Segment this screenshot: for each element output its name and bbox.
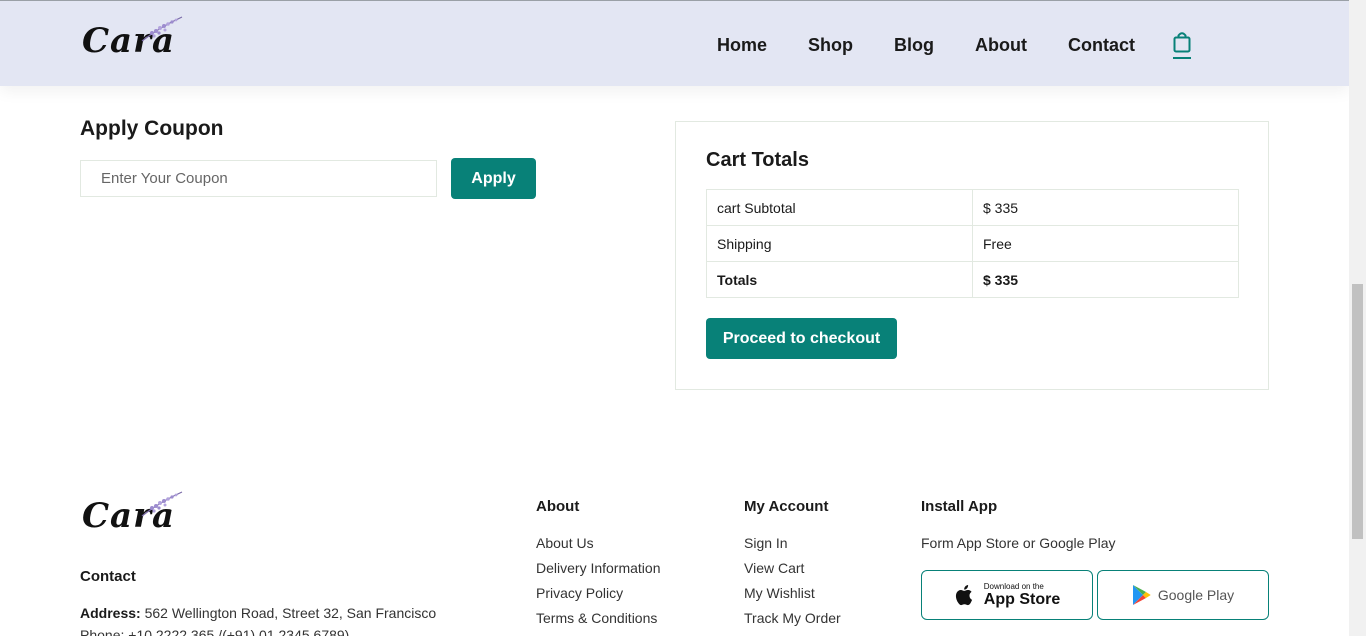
active-underline [1173,57,1191,59]
main-nav: Home Shop Blog About Contact [717,31,1193,59]
site-header: Cara Home Shop Blog About Contact [0,0,1349,86]
footer-link-my-wishlist[interactable]: My Wishlist [744,585,815,601]
app-store-big: App Store [983,591,1061,608]
cart-totals-panel: Cart Totals cart Subtotal $ 335 Shipping… [675,121,1269,390]
nav-home[interactable]: Home [717,35,767,56]
footer-link-track-my-order[interactable]: Track My Order [744,610,841,626]
footer-link-privacy-policy[interactable]: Privacy Policy [536,585,623,601]
footer-link-sign-in[interactable]: Sign In [744,535,788,551]
footer-link-terms-conditions[interactable]: Terms & Conditions [536,610,657,626]
google-play-button[interactable]: Google Play [1097,570,1269,620]
lavender-sprig-icon [141,16,183,42]
row-value: $ 335 [972,189,1239,226]
page-scrollbar[interactable] [1349,0,1366,636]
row-value: $ 335 [972,261,1239,298]
address-value: 562 Wellington Road, Street 32, San Fran… [144,605,437,621]
install-app-text: Form App Store or Google Play [921,535,1116,551]
shopping-bag-icon[interactable] [1173,31,1193,59]
address-label: Address: [80,605,141,621]
contact-heading: Contact [80,568,136,585]
row-label: cart Subtotal [706,189,973,226]
coupon-input[interactable] [80,160,437,197]
nav-contact[interactable]: Contact [1068,35,1135,56]
footer-logo[interactable]: Cara [82,491,183,536]
footer-link-delivery-information[interactable]: Delivery Information [536,560,661,576]
apply-coupon-button[interactable]: Apply [451,158,536,199]
nav-blog[interactable]: Blog [894,35,934,56]
install-app-heading: Install App [921,498,998,515]
footer-link-view-cart[interactable]: View Cart [744,560,804,576]
cart-totals-title: Cart Totals [706,149,809,171]
about-heading: About [536,498,580,515]
coupon-title: Apply Coupon [80,117,224,140]
table-row: cart Subtotal $ 335 [706,189,1239,226]
contact-phone: Phone: +10 2222 365 /(+91) 01 2345 6789) [80,627,350,636]
logo[interactable]: Cara [82,16,183,61]
app-store-button[interactable]: Download on the App Store [921,570,1093,620]
apple-icon [955,585,972,606]
proceed-to-checkout-button[interactable]: Proceed to checkout [706,318,897,359]
cart-totals-table: cart Subtotal $ 335 Shipping Free Totals… [706,189,1239,298]
nav-about[interactable]: About [975,35,1027,56]
my-account-heading: My Account [744,498,829,515]
table-row: Shipping Free [706,225,1239,262]
table-row-totals: Totals $ 335 [706,261,1239,298]
lavender-sprig-icon [141,491,183,517]
google-play-icon [1132,585,1151,605]
contact-address: Address: 562 Wellington Road, Street 32,… [80,605,436,621]
row-value: Free [972,225,1239,262]
scrollbar-thumb[interactable] [1352,284,1363,539]
row-label: Shipping [706,225,973,262]
row-label: Totals [706,261,973,298]
footer-link-about-us[interactable]: About Us [536,535,594,551]
app-store-small: Download on the [983,582,1044,591]
google-play-label: Google Play [1157,587,1235,603]
nav-shop[interactable]: Shop [808,35,853,56]
app-store-text: Download on the App Store [984,582,1060,608]
